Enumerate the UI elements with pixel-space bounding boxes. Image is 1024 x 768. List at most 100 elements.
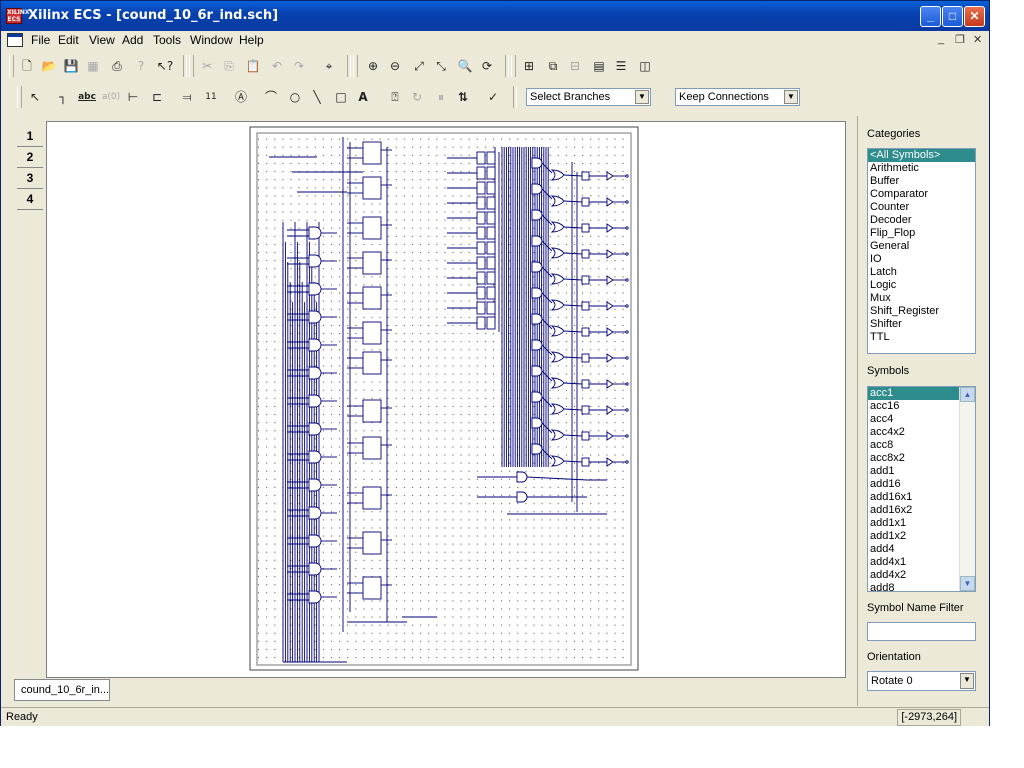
symbols-item[interactable]: add16	[868, 478, 959, 491]
paste-icon[interactable]: 📋	[243, 56, 263, 76]
chevron-down-icon[interactable]: ▼	[635, 90, 649, 104]
symbols-item[interactable]: acc1	[868, 387, 959, 400]
categories-item[interactable]: Counter	[868, 201, 975, 214]
tile-vertical-icon[interactable]: ◫	[635, 56, 655, 76]
context-help-icon[interactable]: ↖?	[155, 56, 175, 76]
rotate-icon[interactable]: ↻	[407, 87, 427, 107]
categories-item[interactable]: Shift_Register	[868, 305, 975, 318]
hierarchy-pop-icon[interactable]: ⧉	[543, 56, 563, 76]
zoom-in-icon[interactable]: ⊕	[363, 56, 383, 76]
help-icon[interactable]: ?	[131, 56, 151, 76]
save-icon[interactable]: 💾	[61, 56, 81, 76]
hierarchy-push-icon[interactable]: ⊞	[519, 56, 539, 76]
symbols-item[interactable]: add4x1	[868, 556, 959, 569]
categories-item[interactable]: Flip_Flop	[868, 227, 975, 240]
symbols-item[interactable]: add4x2	[868, 569, 959, 582]
symbols-item[interactable]: add1x2	[868, 530, 959, 543]
doc-restore-icon[interactable]: ❐	[955, 33, 965, 46]
tile-horizontal-icon[interactable]: ☰	[611, 56, 631, 76]
zoom-out-icon[interactable]: ⊖	[385, 56, 405, 76]
add-line-icon[interactable]: ╲	[307, 87, 327, 107]
menu-help[interactable]: Help	[239, 33, 264, 47]
doc-minimize-icon[interactable]: _	[938, 33, 944, 45]
keep-connections-dropdown[interactable]: Keep Connections ▼	[675, 88, 800, 106]
toolbar-grip[interactable]	[17, 86, 22, 108]
close-button[interactable]: ✕	[964, 6, 985, 27]
undo-icon[interactable]: ↶	[267, 56, 287, 76]
add-wire-icon[interactable]: ┐	[53, 87, 73, 107]
categories-item[interactable]: Latch	[868, 266, 975, 279]
symbol-name-filter-input[interactable]	[867, 622, 976, 641]
categories-item[interactable]: TTL	[868, 331, 975, 344]
categories-item[interactable]: <All Symbols>	[868, 149, 975, 162]
add-circle-icon[interactable]: ○	[285, 87, 305, 107]
symbols-list[interactable]: acc1 acc16 acc4 acc4x2 acc8 acc8x2 add1 add16 ad…	[867, 386, 976, 592]
menu-window[interactable]: Window	[190, 33, 233, 47]
copy-icon[interactable]: ⎘	[219, 56, 239, 76]
redo-icon[interactable]: ↷	[289, 56, 309, 76]
add-junction-icon[interactable]: 11	[201, 87, 221, 107]
categories-item[interactable]: Shifter	[868, 318, 975, 331]
symbols-item[interactable]: acc16	[868, 400, 959, 413]
rename-bus-icon[interactable]: a(0)	[101, 87, 121, 107]
symbols-item[interactable]: acc8x2	[868, 452, 959, 465]
categories-item[interactable]: Arithmetic	[868, 162, 975, 175]
toolbar-grip[interactable]	[189, 55, 194, 77]
cut-icon[interactable]: ✂	[197, 56, 217, 76]
toolbar-grip[interactable]	[9, 55, 14, 77]
orientation-dropdown[interactable]: Rotate 0 ▼	[867, 671, 976, 691]
symbols-item[interactable]: add1	[868, 465, 959, 478]
add-text-box-icon[interactable]: Ⓐ	[231, 87, 251, 107]
doc-close-icon[interactable]: ✕	[973, 33, 982, 46]
document-tab[interactable]: cound_10_6r_in...	[14, 679, 110, 701]
page-tab-4[interactable]: 4	[17, 189, 43, 210]
scroll-down-icon[interactable]: ▼	[960, 576, 975, 591]
select-branches-dropdown[interactable]: Select Branches ▼	[526, 88, 651, 106]
save-all-icon[interactable]: ▦	[83, 56, 103, 76]
mirror-icon[interactable]: ⏸	[431, 87, 451, 107]
toolbar-grip[interactable]	[353, 55, 358, 77]
zoom-full-icon[interactable]: ⤢	[409, 56, 429, 76]
symbols-item[interactable]: add8	[868, 582, 959, 591]
print-icon[interactable]: ⎙	[107, 56, 127, 76]
symbols-item[interactable]: acc8	[868, 439, 959, 452]
toolbar-grip[interactable]	[511, 55, 516, 77]
symbols-item[interactable]: acc4	[868, 413, 959, 426]
symbols-item[interactable]: add16x2	[868, 504, 959, 517]
select-arrow-icon[interactable]: ↖	[25, 87, 45, 107]
page-tab-3[interactable]: 3	[17, 168, 43, 189]
find-binoculars-icon[interactable]: ⌖	[319, 56, 339, 76]
tile-icon[interactable]: ▤	[589, 56, 609, 76]
new-file-icon[interactable]: 🗋	[17, 56, 37, 76]
add-rectangle-icon[interactable]: □	[331, 87, 351, 107]
swap-direction-icon[interactable]: ⇅	[453, 87, 473, 107]
xilinx-ecs-app-icon[interactable]: XILINX ECS	[6, 8, 30, 24]
page-tab-2[interactable]: 2	[17, 147, 43, 168]
check-schematic-icon[interactable]: ✓	[483, 87, 503, 107]
add-io-marker-icon[interactable]: ⊏	[147, 87, 167, 107]
menu-file[interactable]: File	[31, 33, 50, 47]
categories-item[interactable]: General	[868, 240, 975, 253]
schematic-drawing[interactable]	[47, 122, 845, 677]
categories-item[interactable]: Mux	[868, 292, 975, 305]
symbols-item[interactable]: acc4x2	[868, 426, 959, 439]
open-folder-icon[interactable]: 📂	[39, 56, 59, 76]
cascade-icon[interactable]: ⊟	[565, 56, 585, 76]
zoom-selected-icon[interactable]: 🔍	[455, 56, 475, 76]
symbols-item[interactable]: add4	[868, 543, 959, 556]
zoom-to-box-icon[interactable]: ⤡	[431, 56, 451, 76]
symbols-scrollbar[interactable]: ▲ ▼	[959, 387, 975, 591]
categories-item[interactable]: IO	[868, 253, 975, 266]
refresh-icon[interactable]: ⟳	[477, 56, 497, 76]
menu-add[interactable]: Add	[122, 33, 143, 47]
menu-edit[interactable]: Edit	[58, 33, 79, 47]
title-bar[interactable]: XILINX ECS Xilinx ECS - [cound_10_6r_ind…	[1, 1, 989, 31]
scroll-up-icon[interactable]: ▲	[960, 387, 975, 402]
symbols-item[interactable]: add16x1	[868, 491, 959, 504]
categories-list[interactable]: <All Symbols> Arithmetic Buffer Comparator C…	[867, 148, 976, 354]
minimize-button[interactable]: _	[920, 6, 941, 27]
add-symbol-icon[interactable]: ⫤	[177, 87, 197, 107]
categories-item[interactable]: Comparator	[868, 188, 975, 201]
add-net-name-icon[interactable]: abc	[77, 87, 97, 107]
page-tab-1[interactable]: 1	[17, 126, 43, 147]
